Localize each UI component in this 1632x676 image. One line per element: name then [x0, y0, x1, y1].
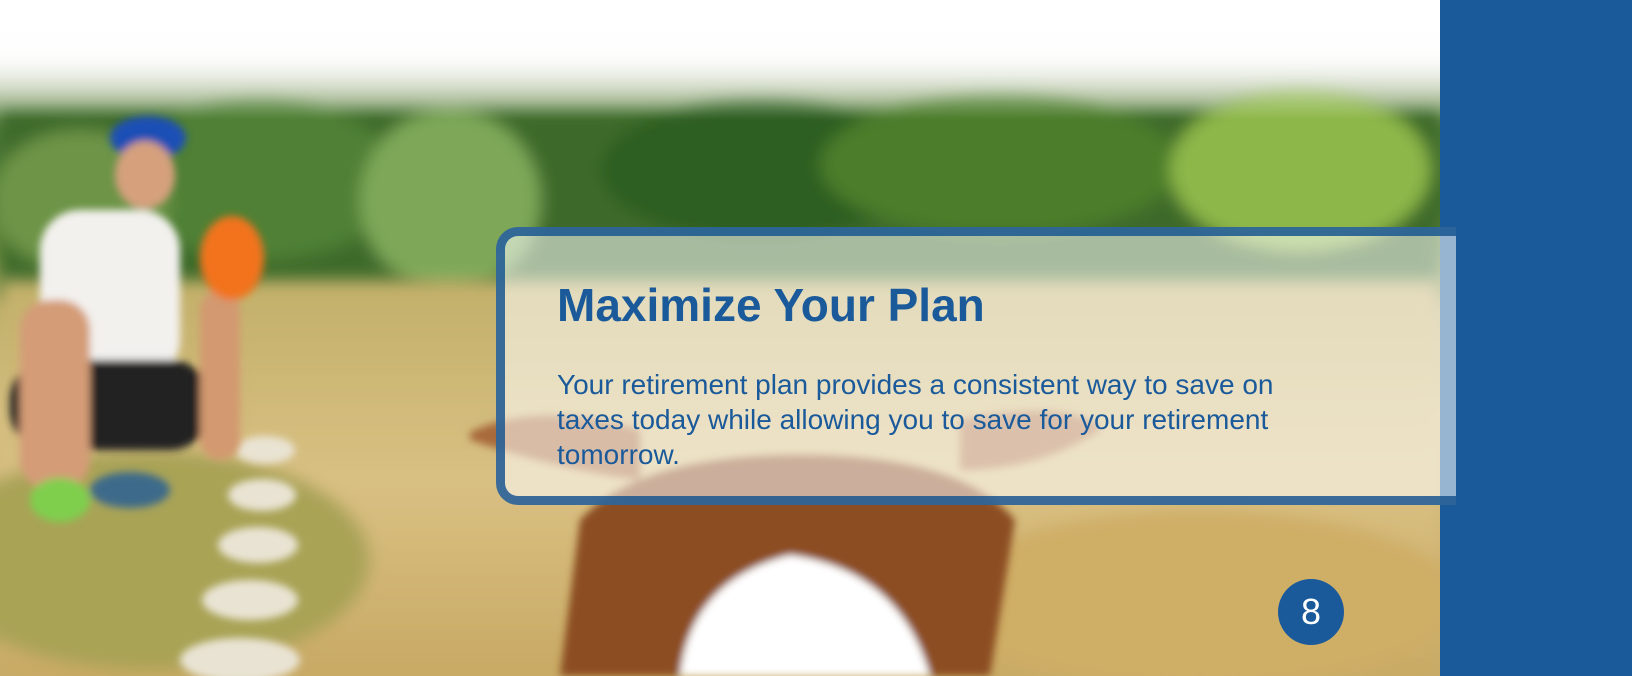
- page-number-badge: 8: [1278, 579, 1344, 645]
- brand-side-bar: [1440, 0, 1632, 676]
- info-card: Maximize Your Plan Your retirement plan …: [496, 227, 1456, 505]
- slide: Maximize Your Plan Your retirement plan …: [0, 0, 1632, 676]
- slide-body-text: Your retirement plan provides a consiste…: [557, 369, 1274, 470]
- slide-title: Maximize Your Plan: [557, 279, 985, 331]
- top-fade-overlay: [0, 0, 1440, 120]
